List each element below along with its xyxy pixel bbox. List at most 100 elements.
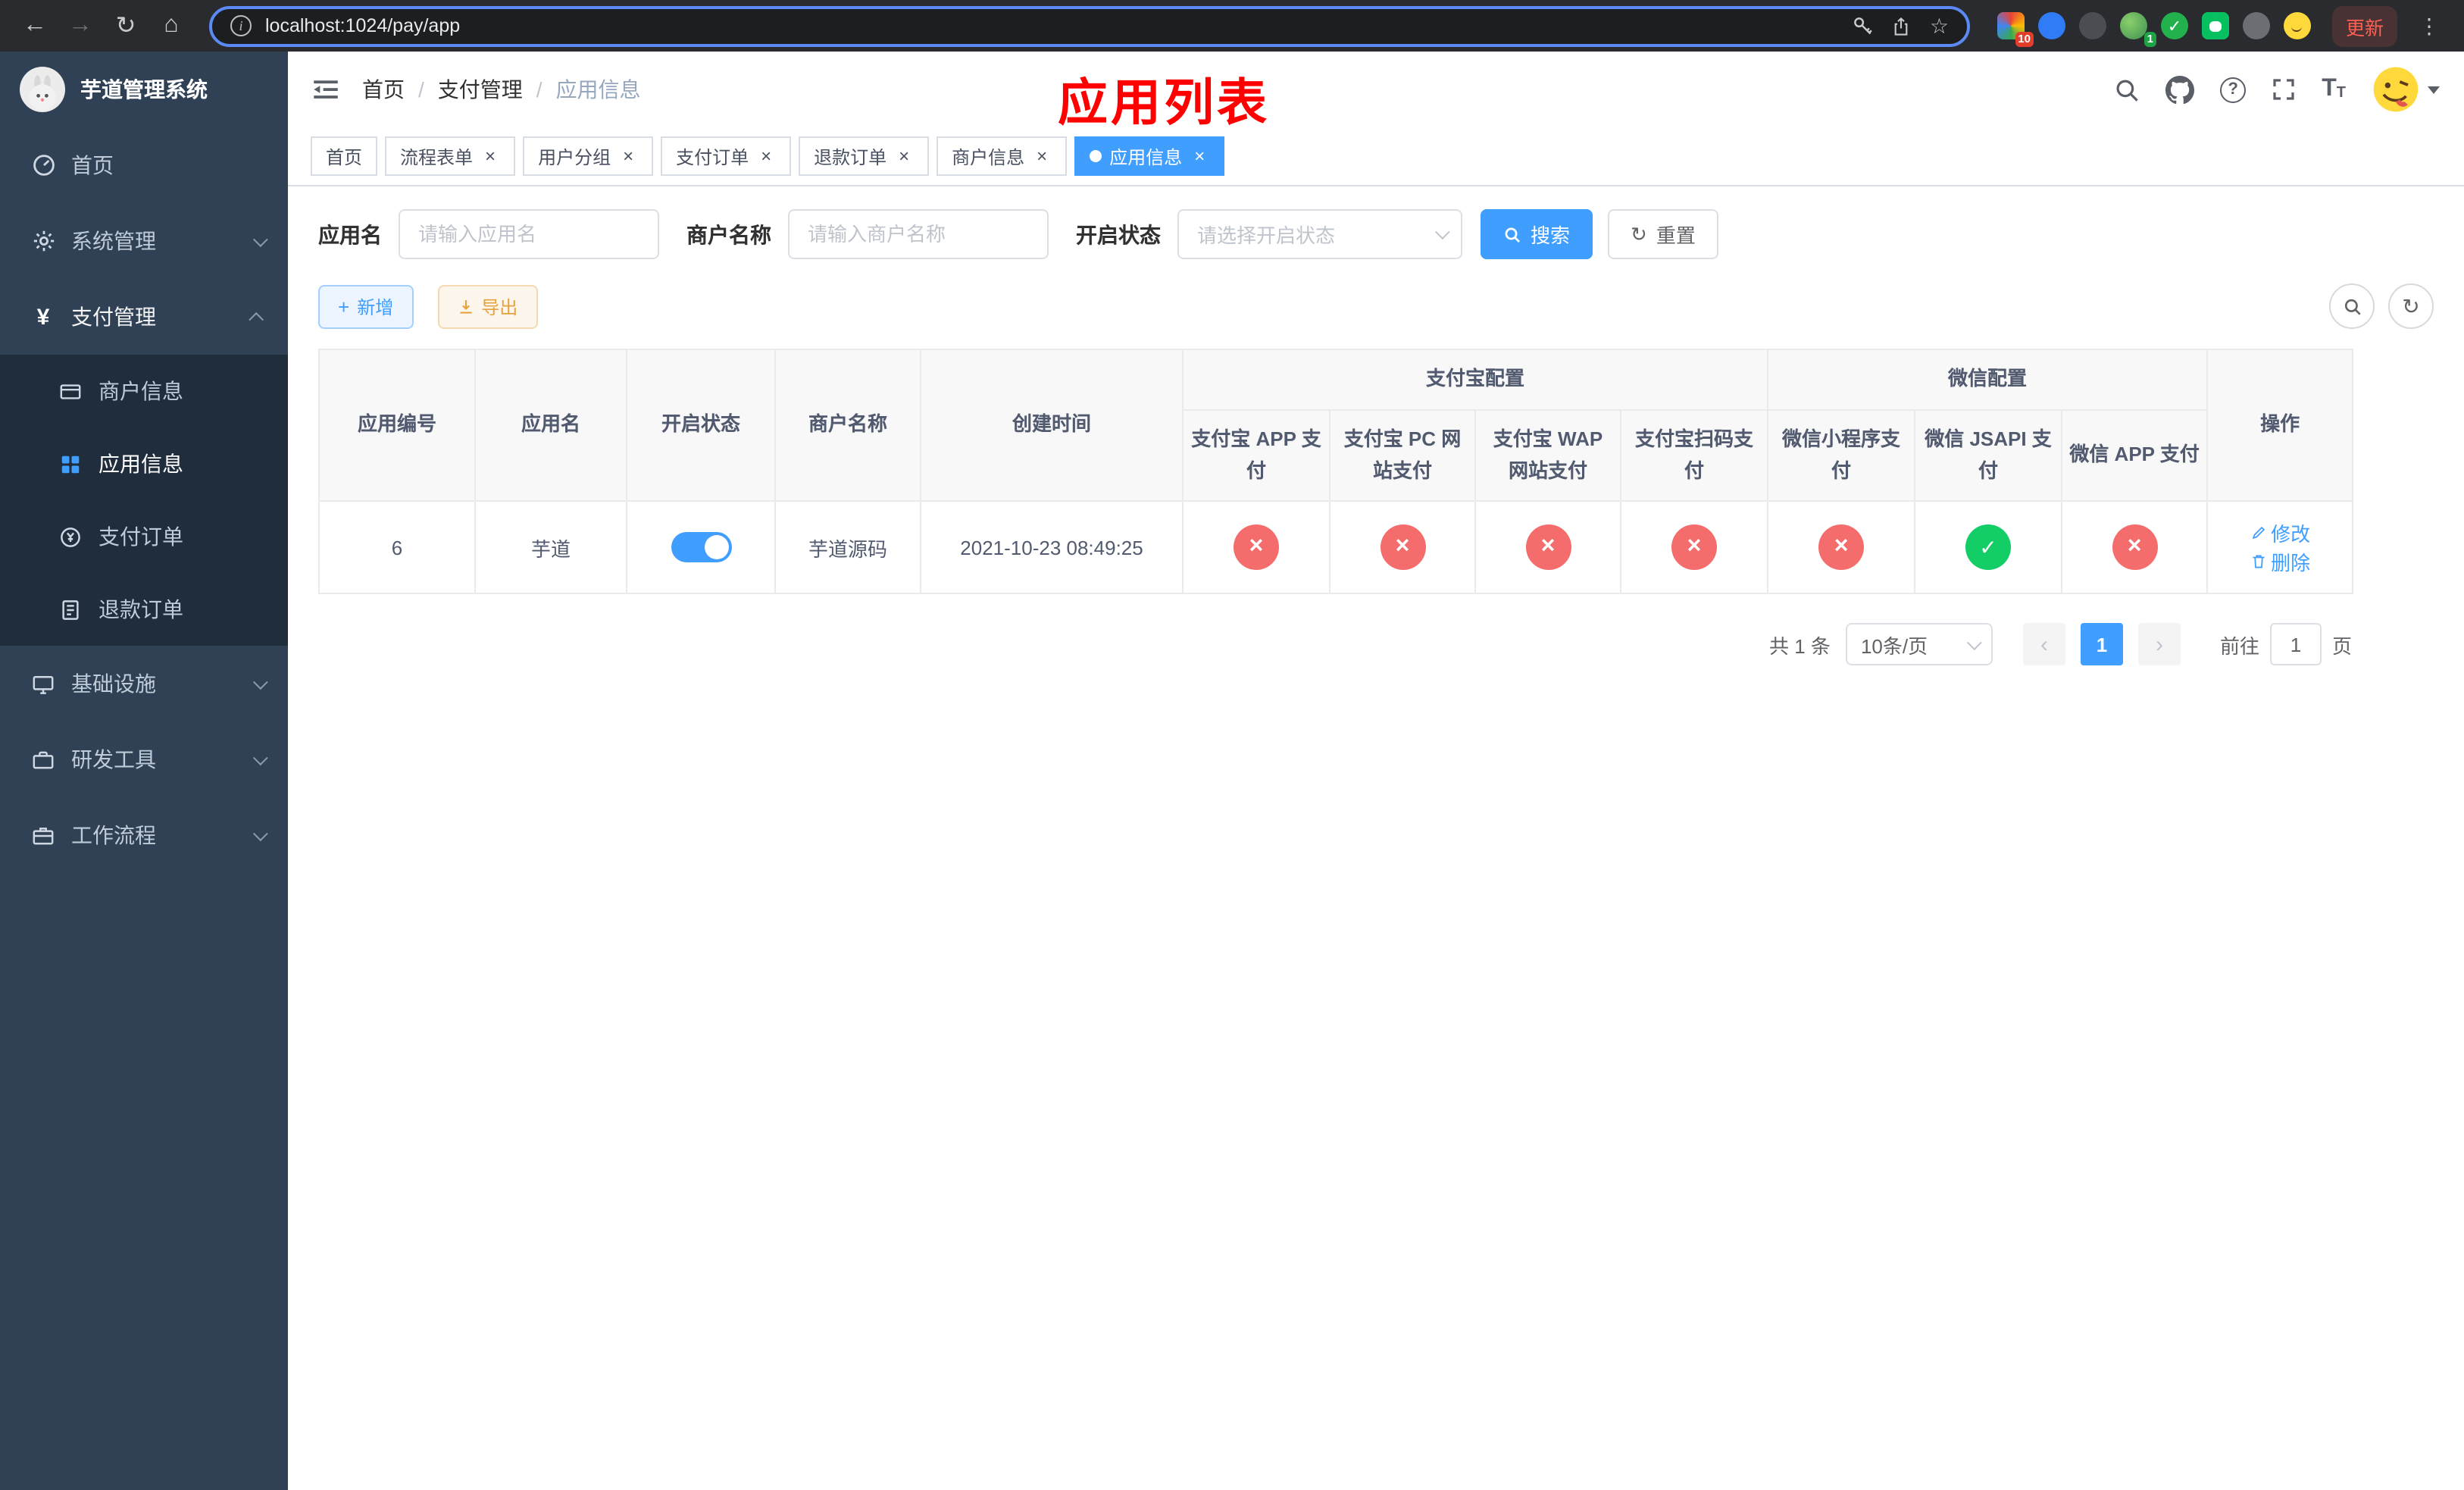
search-icon <box>1505 227 1520 242</box>
profile-extension-icon[interactable]: 1 <box>2119 12 2156 47</box>
tab-home[interactable]: 首页 <box>311 136 378 176</box>
emoji-extension-icon[interactable] <box>2283 12 2311 39</box>
back-icon[interactable]: ← <box>15 6 55 45</box>
close-icon[interactable] <box>1190 146 1209 166</box>
grid-extension-icon[interactable]: 10 <box>1997 12 2034 47</box>
site-info-icon[interactable]: i <box>230 15 252 36</box>
delete-link[interactable]: 删除 <box>2250 548 2310 577</box>
col-group-alipay: 支付宝配置 <box>1181 349 1769 411</box>
breadcrumb-home[interactable]: 首页 <box>362 74 405 105</box>
sidebar-item-home[interactable]: 首页 <box>0 127 288 203</box>
forward-icon[interactable]: → <box>61 6 100 45</box>
disabled-icon <box>1671 524 1717 571</box>
page-size-value: 10条/页 <box>1860 634 1928 658</box>
bookmark-star-icon[interactable]: ☆ <box>1930 15 1949 36</box>
close-icon[interactable] <box>894 146 914 166</box>
chevron-down-icon <box>252 825 268 841</box>
fullscreen-icon[interactable] <box>2272 77 2296 102</box>
sidebar-item-label: 研发工具 <box>71 747 156 772</box>
col-wechat-mini: 微信小程序支付 <box>1767 408 1916 502</box>
search-icon[interactable] <box>2114 77 2140 102</box>
tab-label: 流程表单 <box>400 146 474 167</box>
home-icon[interactable]: ⌂ <box>152 6 191 45</box>
cell-alipay-wap <box>1474 500 1621 595</box>
sidebar-item-app-info[interactable]: 应用信息 <box>0 427 288 500</box>
dark-extension-icon[interactable] <box>2078 12 2106 39</box>
status-select[interactable]: 请选择开启状态 <box>1177 209 1462 259</box>
tab-pay-order[interactable]: 支付订单 <box>661 136 792 176</box>
close-icon[interactable] <box>756 146 776 166</box>
edit-icon <box>2251 527 2265 540</box>
tab-refund-order[interactable]: 退款订单 <box>799 136 930 176</box>
hamburger-icon[interactable] <box>312 76 339 103</box>
next-page-button[interactable]: › <box>2137 623 2181 666</box>
check-extension-icon[interactable]: ✓ <box>2160 12 2188 39</box>
github-icon[interactable] <box>2165 75 2195 104</box>
status-select-placeholder: 请选择开启状态 <box>1197 224 1336 247</box>
sidebar-item-system[interactable]: 系统管理 <box>0 203 288 279</box>
sidebar-item-refund-order[interactable]: 退款订单 <box>0 573 288 646</box>
prev-page-button[interactable]: ‹ <box>2022 623 2065 666</box>
goto-page-input[interactable] <box>2269 623 2322 666</box>
col-wechat-app: 微信 APP 支付 <box>2061 408 2209 502</box>
add-button[interactable]: + 新增 <box>318 284 414 328</box>
yen-icon: ¥ <box>36 304 50 330</box>
share-icon[interactable] <box>1892 16 1912 36</box>
key-icon[interactable] <box>1853 15 1874 36</box>
search-button-label: 搜索 <box>1531 224 1571 247</box>
user-menu[interactable] <box>2372 65 2440 114</box>
search-button[interactable]: 搜索 <box>1481 209 1593 259</box>
close-icon[interactable] <box>1032 146 1052 166</box>
app-name-input[interactable] <box>399 209 659 259</box>
sidebar-item-devtools[interactable]: 研发工具 <box>0 722 288 797</box>
col-group-wechat: 微信配置 <box>1767 349 2209 411</box>
dashboard-icon <box>30 153 56 177</box>
app-name-label: 应用名 <box>318 222 382 246</box>
toggle-search-button[interactable] <box>2329 283 2375 329</box>
close-icon[interactable] <box>480 146 500 166</box>
filter-form: 应用名 商户名称 开启状态 请选择开启状态 搜索 ↻ 重置 <box>318 209 2434 259</box>
sidebar-item-payment[interactable]: ¥ 支付管理 <box>0 279 288 355</box>
url-text[interactable]: localhost:1024/pay/app <box>265 15 1839 36</box>
sidebar-item-infra[interactable]: 基础设施 <box>0 646 288 722</box>
cell-app-name: 芋道 <box>474 500 627 595</box>
sidebar-item-merchant-info[interactable]: 商户信息 <box>0 355 288 427</box>
chevron-down-icon <box>1434 224 1450 240</box>
close-icon[interactable] <box>618 146 638 166</box>
cell-alipay-app <box>1182 500 1330 595</box>
help-icon[interactable]: ? <box>2220 77 2247 102</box>
export-button[interactable]: 导出 <box>437 284 538 328</box>
sidebar-item-pay-order[interactable]: 支付订单 <box>0 500 288 573</box>
sidebar-item-label: 系统管理 <box>71 229 156 253</box>
tab-app-info[interactable]: 应用信息 <box>1074 136 1225 176</box>
col-alipay-wap: 支付宝 WAP 网站支付 <box>1474 408 1621 502</box>
add-button-label: 新增 <box>357 296 394 318</box>
sidebar-item-label: 退款订单 <box>98 597 183 621</box>
tab-process-form[interactable]: 流程表单 <box>385 136 516 176</box>
wechat-devtools-icon[interactable] <box>2201 12 2229 39</box>
reset-button[interactable]: ↻ 重置 <box>1608 209 1718 259</box>
reload-icon[interactable]: ↻ <box>106 6 145 45</box>
status-toggle[interactable] <box>671 532 731 563</box>
merchant-name-input[interactable] <box>788 209 1049 259</box>
breadcrumb-section[interactable]: 支付管理 <box>438 74 523 105</box>
edit-link[interactable]: 修改 <box>2250 519 2310 548</box>
font-size-icon[interactable]: TT <box>2322 77 2346 102</box>
drop-extension-icon[interactable] <box>2037 12 2065 39</box>
tab-merchant-info[interactable]: 商户信息 <box>937 136 1068 176</box>
tab-user-group[interactable]: 用户分组 <box>523 136 654 176</box>
col-created: 创建时间 <box>920 348 1184 502</box>
browser-update-button[interactable]: 更新 <box>2331 5 2397 46</box>
address-bar[interactable]: i localhost:1024/pay/app ☆ <box>209 5 1970 46</box>
refresh-table-button[interactable]: ↻ <box>2388 283 2434 329</box>
sidebar-logo[interactable]: 芋道管理系统 <box>0 52 288 127</box>
chevron-down-icon <box>252 750 268 765</box>
sidebar-item-workflow[interactable]: 工作流程 <box>0 797 288 873</box>
page-number-button[interactable]: 1 <box>2080 623 2123 666</box>
status-label: 开启状态 <box>1076 222 1161 246</box>
browser-menu-icon[interactable]: ⋮ <box>2409 13 2449 39</box>
page-size-select[interactable]: 10条/页 <box>1845 623 1993 666</box>
payment-submenu: 商户信息 应用信息 支付订单 退款订单 <box>0 355 288 646</box>
puzzle-extension-icon[interactable] <box>2242 12 2270 39</box>
sidebar-item-label: 首页 <box>71 153 114 177</box>
